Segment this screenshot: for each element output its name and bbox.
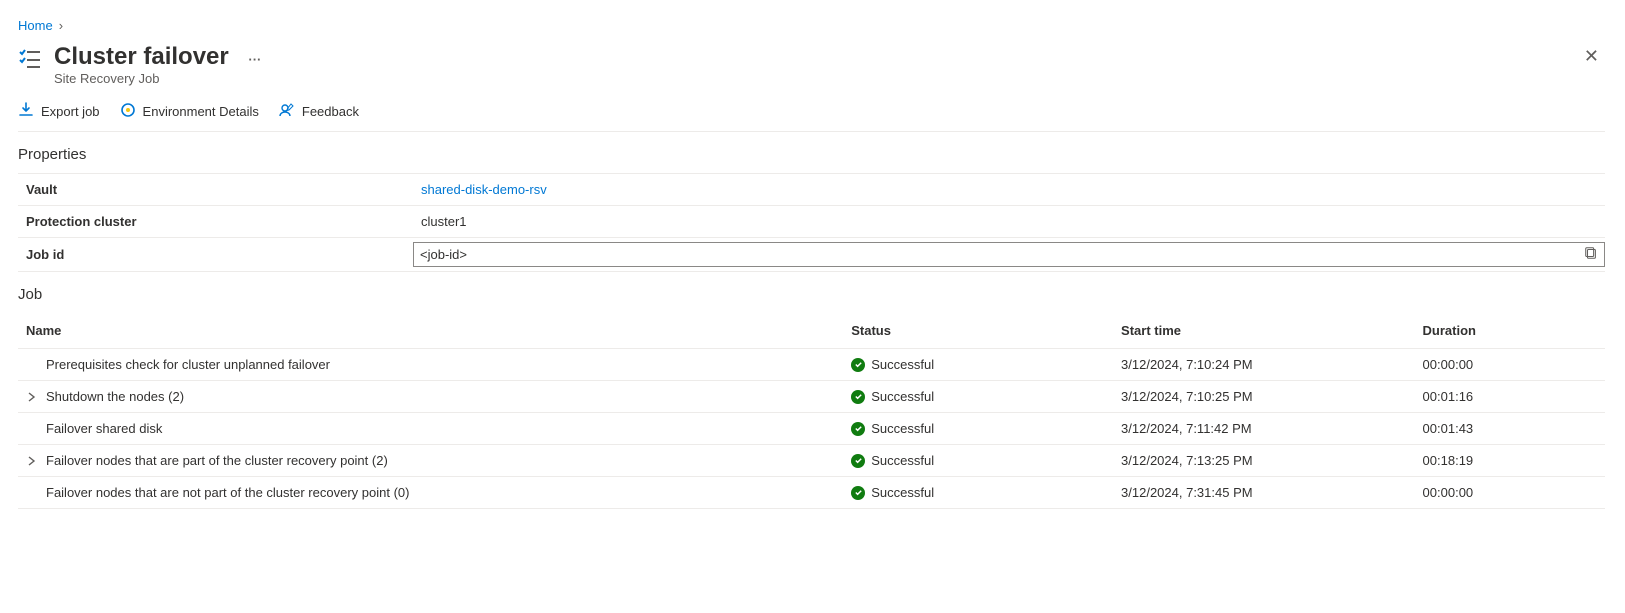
export-job-button[interactable]: Export job	[18, 102, 100, 121]
feedback-icon	[279, 102, 295, 121]
page-header: Cluster failover ··· Site Recovery Job ✕	[18, 43, 1605, 86]
col-header-status[interactable]: Status	[843, 313, 1113, 349]
breadcrumb-home-link[interactable]: Home	[18, 18, 53, 33]
protection-cluster-label: Protection cluster	[18, 206, 413, 238]
property-row-vault: Vault shared-disk-demo-rsv	[18, 174, 1605, 206]
step-name: Prerequisites check for cluster unplanne…	[26, 357, 330, 372]
start-time: 3/12/2024, 7:11:42 PM	[1113, 413, 1415, 445]
properties-table: Vault shared-disk-demo-rsv Protection cl…	[18, 173, 1605, 272]
vault-link[interactable]: shared-disk-demo-rsv	[421, 182, 547, 197]
feedback-button[interactable]: Feedback	[279, 102, 359, 121]
duration: 00:01:43	[1415, 413, 1605, 445]
environment-details-button[interactable]: Environment Details	[120, 102, 259, 121]
job-id-field[interactable]: <job-id>	[413, 242, 1605, 267]
status-text: Successful	[871, 389, 934, 404]
status-text: Successful	[871, 421, 934, 436]
table-row[interactable]: Prerequisites check for cluster unplanne…	[18, 349, 1605, 381]
table-row[interactable]: Failover shared disk Successful 3/12/2024,…	[18, 413, 1605, 445]
copy-icon[interactable]	[1584, 246, 1598, 263]
page-title: Cluster failover	[54, 43, 229, 71]
duration: 00:01:16	[1415, 381, 1605, 413]
table-row[interactable]: Shutdown the nodes (2) Successful 3/12/202…	[18, 381, 1605, 413]
start-time: 3/12/2024, 7:31:45 PM	[1113, 477, 1415, 509]
step-name: Failover shared disk	[26, 421, 162, 436]
step-name: Failover nodes that are part of the clus…	[42, 453, 388, 468]
duration: 00:18:19	[1415, 445, 1605, 477]
success-icon	[851, 358, 865, 372]
step-name: Failover nodes that are not part of the …	[26, 485, 409, 500]
success-icon	[851, 390, 865, 404]
property-row-jobid: Job id <job-id>	[18, 238, 1605, 272]
job-table: Name Status Start time Duration Prerequi…	[18, 313, 1605, 509]
download-icon	[18, 102, 34, 121]
start-time: 3/12/2024, 7:10:24 PM	[1113, 349, 1415, 381]
status-text: Successful	[871, 357, 934, 372]
table-row[interactable]: Failover nodes that are part of the clus…	[18, 445, 1605, 477]
feedback-label: Feedback	[302, 104, 359, 119]
vault-label: Vault	[18, 174, 413, 206]
col-header-name[interactable]: Name	[18, 313, 843, 349]
properties-heading: Properties	[18, 146, 1605, 163]
col-header-duration[interactable]: Duration	[1415, 313, 1605, 349]
start-time: 3/12/2024, 7:10:25 PM	[1113, 381, 1415, 413]
checklist-icon	[18, 47, 42, 71]
export-job-label: Export job	[41, 104, 100, 119]
status-text: Successful	[871, 453, 934, 468]
page-subtitle: Site Recovery Job	[54, 71, 1566, 86]
chevron-right-icon: ›	[59, 18, 63, 33]
protection-cluster-value: cluster1	[413, 206, 1605, 238]
step-name: Shutdown the nodes (2)	[42, 389, 184, 404]
status-text: Successful	[871, 485, 934, 500]
toolbar: Export job Environment Details Feedback	[18, 92, 1605, 132]
start-time: 3/12/2024, 7:13:25 PM	[1113, 445, 1415, 477]
environment-icon	[120, 102, 136, 121]
more-actions-icon[interactable]: ···	[248, 52, 261, 67]
table-row[interactable]: Failover nodes that are not part of the …	[18, 477, 1605, 509]
job-id-label: Job id	[18, 238, 413, 272]
duration: 00:00:00	[1415, 349, 1605, 381]
property-row-cluster: Protection cluster cluster1	[18, 206, 1605, 238]
success-icon	[851, 454, 865, 468]
environment-details-label: Environment Details	[143, 104, 259, 119]
success-icon	[851, 486, 865, 500]
close-icon[interactable]: ✕	[1578, 43, 1605, 69]
chevron-right-icon[interactable]	[26, 392, 38, 402]
job-id-value: <job-id>	[420, 247, 467, 262]
job-heading: Job	[18, 286, 1605, 303]
breadcrumb: Home ›	[18, 18, 1605, 33]
chevron-right-icon[interactable]	[26, 456, 38, 466]
col-header-start-time[interactable]: Start time	[1113, 313, 1415, 349]
duration: 00:00:00	[1415, 477, 1605, 509]
success-icon	[851, 422, 865, 436]
